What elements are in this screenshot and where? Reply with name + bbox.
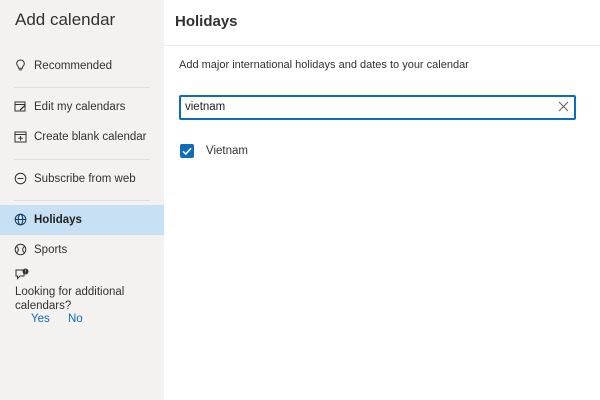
header-divider bbox=[164, 45, 600, 46]
vietnam-checkbox[interactable] bbox=[180, 144, 194, 158]
sidebar-item-label: Create blank calendar bbox=[34, 131, 147, 143]
sidebar-item-label: Sports bbox=[34, 244, 68, 256]
sidebar-item-label: Holidays bbox=[34, 214, 82, 226]
checkmark-icon bbox=[182, 147, 192, 156]
edit-calendar-icon bbox=[14, 101, 26, 112]
lightbulb-icon bbox=[16, 59, 25, 71]
add-calendar-icon bbox=[14, 131, 27, 143]
sidebar-title: Add calendar bbox=[15, 10, 116, 29]
sidebar-item-holidays[interactable]: Holidays bbox=[0, 205, 164, 235]
result-label: Vietnam bbox=[206, 145, 248, 157]
sidebar-item-label: Subscribe from web bbox=[34, 173, 136, 185]
sidebar-divider bbox=[14, 200, 150, 201]
sidebar-divider bbox=[14, 87, 150, 88]
link-icon bbox=[14, 172, 27, 185]
sidebar-item-label: Edit my calendars bbox=[34, 101, 126, 113]
page-title: Holidays bbox=[175, 13, 238, 30]
sidebar-item-create-blank-calendar[interactable]: Create blank calendar bbox=[0, 122, 164, 152]
sidebar-item-sports[interactable]: Sports bbox=[0, 235, 164, 265]
sidebar-item-edit-my-calendars[interactable]: Edit my calendars bbox=[0, 92, 164, 122]
feedback-question: Looking for additional calendars? bbox=[15, 286, 125, 312]
sidebar-item-label: Recommended bbox=[34, 60, 112, 72]
sidebar-item-recommended[interactable]: Recommended bbox=[0, 51, 164, 81]
page-description: Add major international holidays and dat… bbox=[179, 59, 469, 71]
search-input[interactable] bbox=[185, 99, 545, 115]
svg-text:!: ! bbox=[25, 269, 26, 275]
sports-icon bbox=[14, 243, 27, 256]
sidebar: Add calendar Recommended Edit my calenda… bbox=[0, 0, 164, 400]
feedback-icon: ! bbox=[15, 268, 29, 280]
sidebar-item-subscribe-from-web[interactable]: Subscribe from web bbox=[0, 164, 164, 194]
globe-icon bbox=[14, 213, 27, 226]
feedback-no-link[interactable]: No bbox=[68, 313, 83, 325]
sidebar-divider bbox=[14, 159, 150, 160]
close-icon[interactable] bbox=[558, 101, 569, 112]
search-box bbox=[179, 95, 576, 120]
feedback-yes-link[interactable]: Yes bbox=[31, 313, 50, 325]
